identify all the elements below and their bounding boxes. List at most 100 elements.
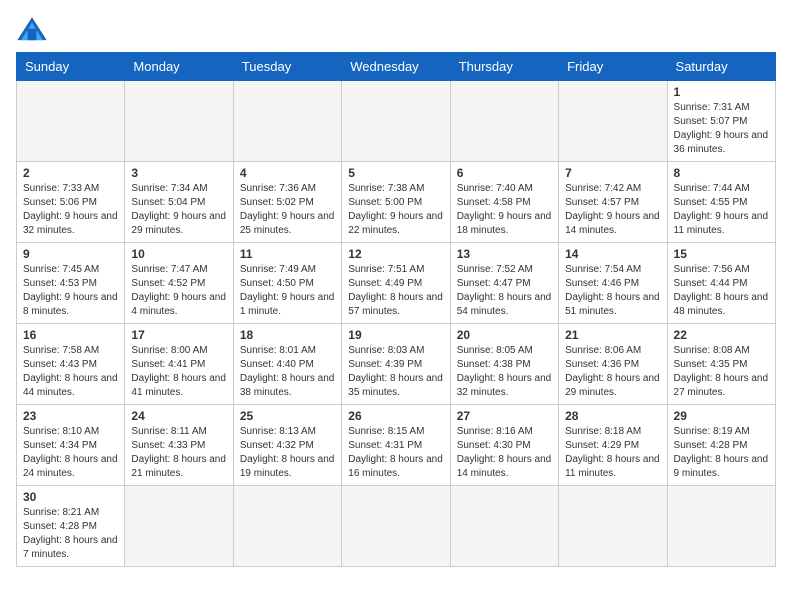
day-info: Sunrise: 8:00 AM Sunset: 4:41 PM Dayligh… xyxy=(131,344,226,400)
day-info: Sunrise: 7:42 AM Sunset: 4:57 PM Dayligh… xyxy=(565,182,660,238)
day-number: 6 xyxy=(457,166,552,180)
calendar-cell xyxy=(233,81,341,162)
day-info: Sunrise: 7:33 AM Sunset: 5:06 PM Dayligh… xyxy=(23,182,118,238)
calendar-cell: 7 Sunrise: 7:42 AM Sunset: 4:57 PM Daylig… xyxy=(559,162,667,243)
calendar-cell: 1Sunrise: 7:31 AM Sunset: 5:07 PM Daylig… xyxy=(667,81,775,162)
calendar-cell: 30 Sunrise: 8:21 AM Sunset: 4:28 PM Dayli… xyxy=(17,486,125,567)
calendar-cell xyxy=(125,81,233,162)
day-info: Sunrise: 8:06 AM Sunset: 4:36 PM Dayligh… xyxy=(565,344,660,400)
calendar-cell xyxy=(450,486,558,567)
calendar-cell xyxy=(342,81,450,162)
header-tuesday: Tuesday xyxy=(233,53,341,81)
calendar-cell: 22 Sunrise: 8:08 AM Sunset: 4:35 PM Dayli… xyxy=(667,324,775,405)
day-number: 16 xyxy=(23,328,118,342)
calendar-cell: 21Sunrise: 8:06 AM Sunset: 4:36 PM Dayli… xyxy=(559,324,667,405)
day-info: Sunrise: 8:05 AM Sunset: 4:38 PM Dayligh… xyxy=(457,344,552,400)
day-number: 26 xyxy=(348,409,443,423)
calendar-week-row: 1Sunrise: 7:31 AM Sunset: 5:07 PM Daylig… xyxy=(17,81,776,162)
day-number: 28 xyxy=(565,409,660,423)
day-number: 9 xyxy=(23,247,118,261)
calendar-cell: 28 Sunrise: 8:18 AM Sunset: 4:29 PM Dayli… xyxy=(559,405,667,486)
calendar-cell: 15 Sunrise: 7:56 AM Sunset: 4:44 PM Dayli… xyxy=(667,243,775,324)
calendar-cell xyxy=(17,81,125,162)
day-number: 5 xyxy=(348,166,443,180)
header-wednesday: Wednesday xyxy=(342,53,450,81)
calendar-cell: 26Sunrise: 8:15 AM Sunset: 4:31 PM Dayli… xyxy=(342,405,450,486)
calendar-cell: 27Sunrise: 8:16 AM Sunset: 4:30 PM Dayli… xyxy=(450,405,558,486)
calendar-cell xyxy=(667,486,775,567)
calendar-cell: 9 Sunrise: 7:45 AM Sunset: 4:53 PM Daylig… xyxy=(17,243,125,324)
day-number: 25 xyxy=(240,409,335,423)
day-info: Sunrise: 7:38 AM Sunset: 5:00 PM Dayligh… xyxy=(348,182,443,238)
day-info: Sunrise: 7:52 AM Sunset: 4:47 PM Dayligh… xyxy=(457,263,552,319)
day-number: 2 xyxy=(23,166,118,180)
day-info: Sunrise: 8:01 AM Sunset: 4:40 PM Dayligh… xyxy=(240,344,335,400)
day-number: 4 xyxy=(240,166,335,180)
calendar-cell xyxy=(233,486,341,567)
header-saturday: Saturday xyxy=(667,53,775,81)
day-info: Sunrise: 7:45 AM Sunset: 4:53 PM Dayligh… xyxy=(23,263,118,319)
calendar-cell: 14 Sunrise: 7:54 AM Sunset: 4:46 PM Dayli… xyxy=(559,243,667,324)
day-number: 3 xyxy=(131,166,226,180)
day-info: Sunrise: 8:08 AM Sunset: 4:35 PM Dayligh… xyxy=(674,344,769,400)
calendar-cell xyxy=(450,81,558,162)
day-info: Sunrise: 7:54 AM Sunset: 4:46 PM Dayligh… xyxy=(565,263,660,319)
calendar-cell: 3 Sunrise: 7:34 AM Sunset: 5:04 PM Daylig… xyxy=(125,162,233,243)
calendar-cell: 13 Sunrise: 7:52 AM Sunset: 4:47 PM Dayli… xyxy=(450,243,558,324)
day-number: 20 xyxy=(457,328,552,342)
day-number: 30 xyxy=(23,490,118,504)
calendar-week-row: 9 Sunrise: 7:45 AM Sunset: 4:53 PM Daylig… xyxy=(17,243,776,324)
header-monday: Monday xyxy=(125,53,233,81)
calendar-cell: 20 Sunrise: 8:05 AM Sunset: 4:38 PM Dayli… xyxy=(450,324,558,405)
day-number: 15 xyxy=(674,247,769,261)
calendar-cell: 11Sunrise: 7:49 AM Sunset: 4:50 PM Dayli… xyxy=(233,243,341,324)
day-number: 7 xyxy=(565,166,660,180)
calendar-cell: 4 Sunrise: 7:36 AM Sunset: 5:02 PM Daylig… xyxy=(233,162,341,243)
calendar-cell xyxy=(559,486,667,567)
day-info: Sunrise: 7:44 AM Sunset: 4:55 PM Dayligh… xyxy=(674,182,769,238)
logo xyxy=(16,16,52,44)
calendar-cell: 29 Sunrise: 8:19 AM Sunset: 4:28 PM Dayli… xyxy=(667,405,775,486)
logo-icon xyxy=(16,16,48,44)
day-number: 24 xyxy=(131,409,226,423)
day-number: 10 xyxy=(131,247,226,261)
calendar-cell: 16 Sunrise: 7:58 AM Sunset: 4:43 PM Dayli… xyxy=(17,324,125,405)
day-number: 8 xyxy=(674,166,769,180)
day-info: Sunrise: 7:58 AM Sunset: 4:43 PM Dayligh… xyxy=(23,344,118,400)
calendar-cell: 18 Sunrise: 8:01 AM Sunset: 4:40 PM Dayli… xyxy=(233,324,341,405)
day-info: Sunrise: 8:13 AM Sunset: 4:32 PM Dayligh… xyxy=(240,425,335,481)
day-info: Sunrise: 7:31 AM Sunset: 5:07 PM Dayligh… xyxy=(674,101,769,157)
calendar-cell: 19Sunrise: 8:03 AM Sunset: 4:39 PM Dayli… xyxy=(342,324,450,405)
day-info: Sunrise: 8:11 AM Sunset: 4:33 PM Dayligh… xyxy=(131,425,226,481)
day-info: Sunrise: 8:16 AM Sunset: 4:30 PM Dayligh… xyxy=(457,425,552,481)
calendar-week-row: 16 Sunrise: 7:58 AM Sunset: 4:43 PM Dayli… xyxy=(17,324,776,405)
day-number: 18 xyxy=(240,328,335,342)
header-friday: Friday xyxy=(559,53,667,81)
calendar-cell: 8 Sunrise: 7:44 AM Sunset: 4:55 PM Daylig… xyxy=(667,162,775,243)
day-number: 19 xyxy=(348,328,443,342)
day-info: Sunrise: 7:34 AM Sunset: 5:04 PM Dayligh… xyxy=(131,182,226,238)
calendar-cell: 23Sunrise: 8:10 AM Sunset: 4:34 PM Dayli… xyxy=(17,405,125,486)
calendar-header-row: SundayMondayTuesdayWednesdayThursdayFrid… xyxy=(17,53,776,81)
header-sunday: Sunday xyxy=(17,53,125,81)
day-number: 22 xyxy=(674,328,769,342)
day-info: Sunrise: 8:18 AM Sunset: 4:29 PM Dayligh… xyxy=(565,425,660,481)
calendar-cell: 5 Sunrise: 7:38 AM Sunset: 5:00 PM Daylig… xyxy=(342,162,450,243)
day-info: Sunrise: 8:10 AM Sunset: 4:34 PM Dayligh… xyxy=(23,425,118,481)
day-info: Sunrise: 7:40 AM Sunset: 4:58 PM Dayligh… xyxy=(457,182,552,238)
day-info: Sunrise: 7:56 AM Sunset: 4:44 PM Dayligh… xyxy=(674,263,769,319)
day-number: 13 xyxy=(457,247,552,261)
day-number: 29 xyxy=(674,409,769,423)
day-info: Sunrise: 7:36 AM Sunset: 5:02 PM Dayligh… xyxy=(240,182,335,238)
day-number: 17 xyxy=(131,328,226,342)
calendar-cell: 12Sunrise: 7:51 AM Sunset: 4:49 PM Dayli… xyxy=(342,243,450,324)
day-number: 14 xyxy=(565,247,660,261)
calendar-cell xyxy=(559,81,667,162)
header-thursday: Thursday xyxy=(450,53,558,81)
calendar-week-row: 2 Sunrise: 7:33 AM Sunset: 5:06 PM Daylig… xyxy=(17,162,776,243)
day-info: Sunrise: 8:19 AM Sunset: 4:28 PM Dayligh… xyxy=(674,425,769,481)
calendar-cell xyxy=(342,486,450,567)
calendar-week-row: 23Sunrise: 8:10 AM Sunset: 4:34 PM Dayli… xyxy=(17,405,776,486)
day-number: 12 xyxy=(348,247,443,261)
day-info: Sunrise: 8:21 AM Sunset: 4:28 PM Dayligh… xyxy=(23,506,118,562)
